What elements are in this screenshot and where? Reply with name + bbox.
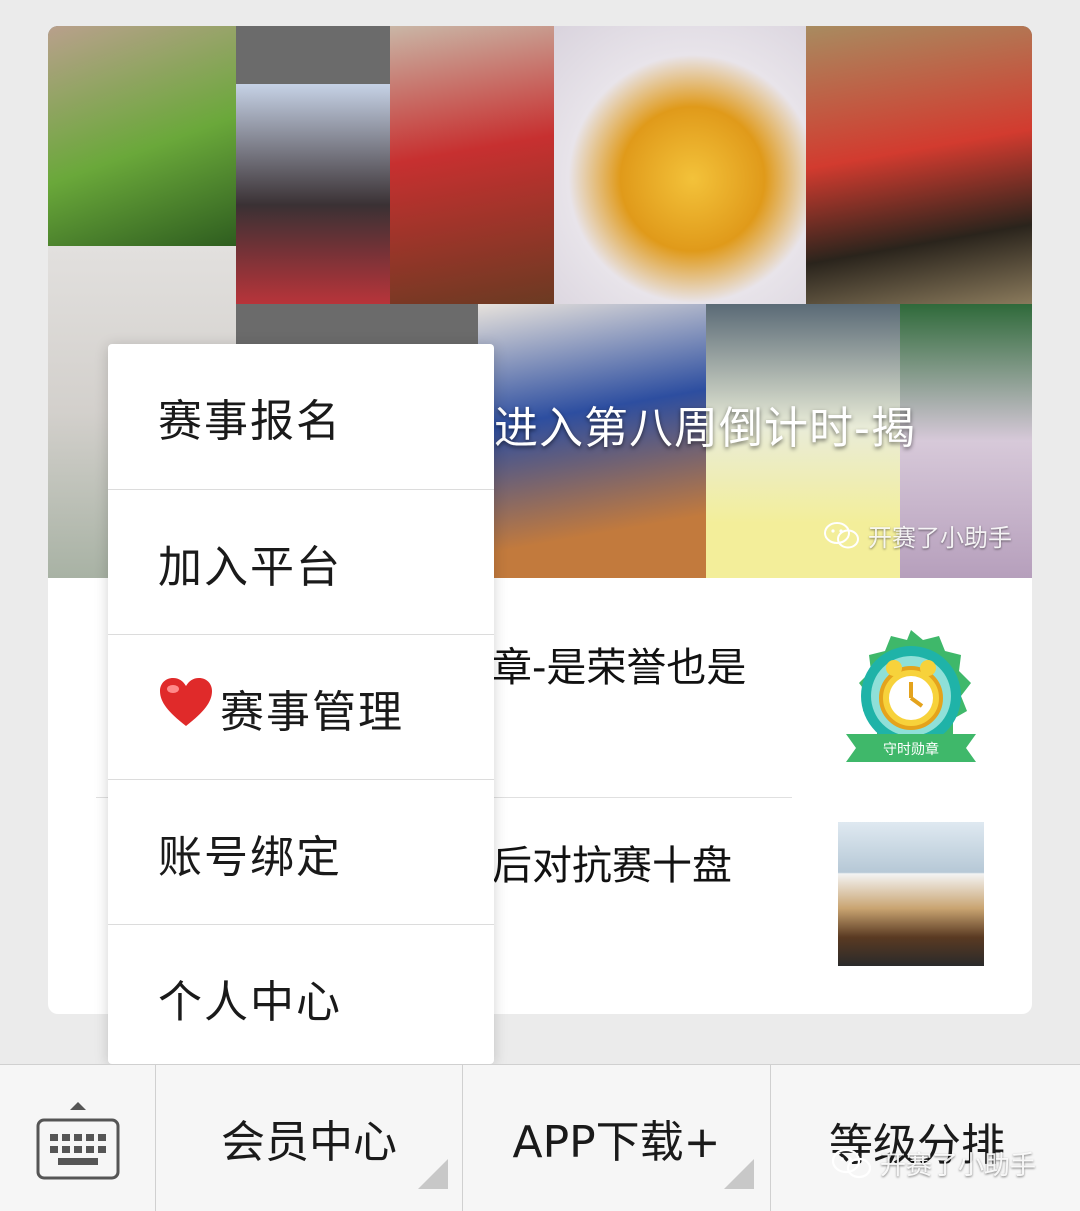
bottom-watermark-text: 开赛了小助手	[880, 1151, 1037, 1181]
tab-member-center[interactable]: 会员中心	[156, 1065, 462, 1211]
popup-menu: 赛事报名 加入平台 赛事管理 账号绑定 个人中心	[108, 344, 494, 1064]
menu-item-label: 赛事报名	[158, 395, 342, 447]
article-title-2-text: 后对抗赛十盘	[492, 843, 732, 889]
bottom-watermark: 开赛了小助手	[832, 1145, 1036, 1182]
heart-icon	[158, 676, 214, 739]
submenu-indicator	[724, 1159, 754, 1189]
photo-tile-puzzle-key	[554, 26, 806, 304]
article-title-1-text: 章-是荣誉也是	[492, 645, 747, 691]
wechat-icon	[832, 1148, 872, 1178]
bottom-menu-bar: 会员中心 APP下载+ 等级分排 开赛了小助手	[0, 1064, 1080, 1211]
menu-item-join-platform[interactable]: 加入平台	[108, 490, 494, 635]
badge-text: 守时勋章	[883, 741, 939, 758]
menu-item-label: 个人中心	[158, 976, 342, 1028]
menu-item-event-management[interactable]: 赛事管理	[108, 635, 494, 780]
tab-label: 会员中心	[221, 1117, 397, 1168]
menu-item-label: 加入平台	[158, 541, 342, 593]
photo-tile-girl	[236, 84, 390, 304]
badge-thumbnail[interactable]: 守时勋章	[838, 626, 984, 770]
alarm-clock-badge-icon: 守时勋章	[846, 630, 976, 762]
photo-tile-girl-red	[390, 26, 554, 304]
tab-label: APP下载+	[512, 1117, 721, 1168]
menu-item-personal-center[interactable]: 个人中心	[108, 925, 494, 1064]
keyboard-icon	[36, 1102, 119, 1180]
keyboard-toggle-button[interactable]	[0, 1065, 155, 1211]
wechat-icon	[824, 521, 859, 548]
hero-watermark-text: 开赛了小助手	[868, 524, 1012, 552]
tab-rating-ranking[interactable]: 等级分排	[771, 1065, 1080, 1211]
chess-photo-thumbnail[interactable]	[838, 822, 984, 966]
hero-watermark: 开赛了小助手	[824, 518, 1012, 553]
menu-item-label: 账号绑定	[158, 831, 342, 883]
submenu-indicator	[418, 1159, 448, 1189]
photo-tile-boy-glasses	[806, 26, 1032, 304]
menu-item-account-binding[interactable]: 账号绑定	[108, 780, 494, 925]
menu-item-label: 赛事管理	[220, 686, 404, 738]
menu-item-event-registration[interactable]: 赛事报名	[108, 344, 494, 489]
tab-app-download[interactable]: APP下载+	[463, 1065, 770, 1211]
photo-tile-boy-chess	[48, 26, 236, 246]
hero-title: 进入第八周倒计时-揭	[494, 403, 916, 454]
